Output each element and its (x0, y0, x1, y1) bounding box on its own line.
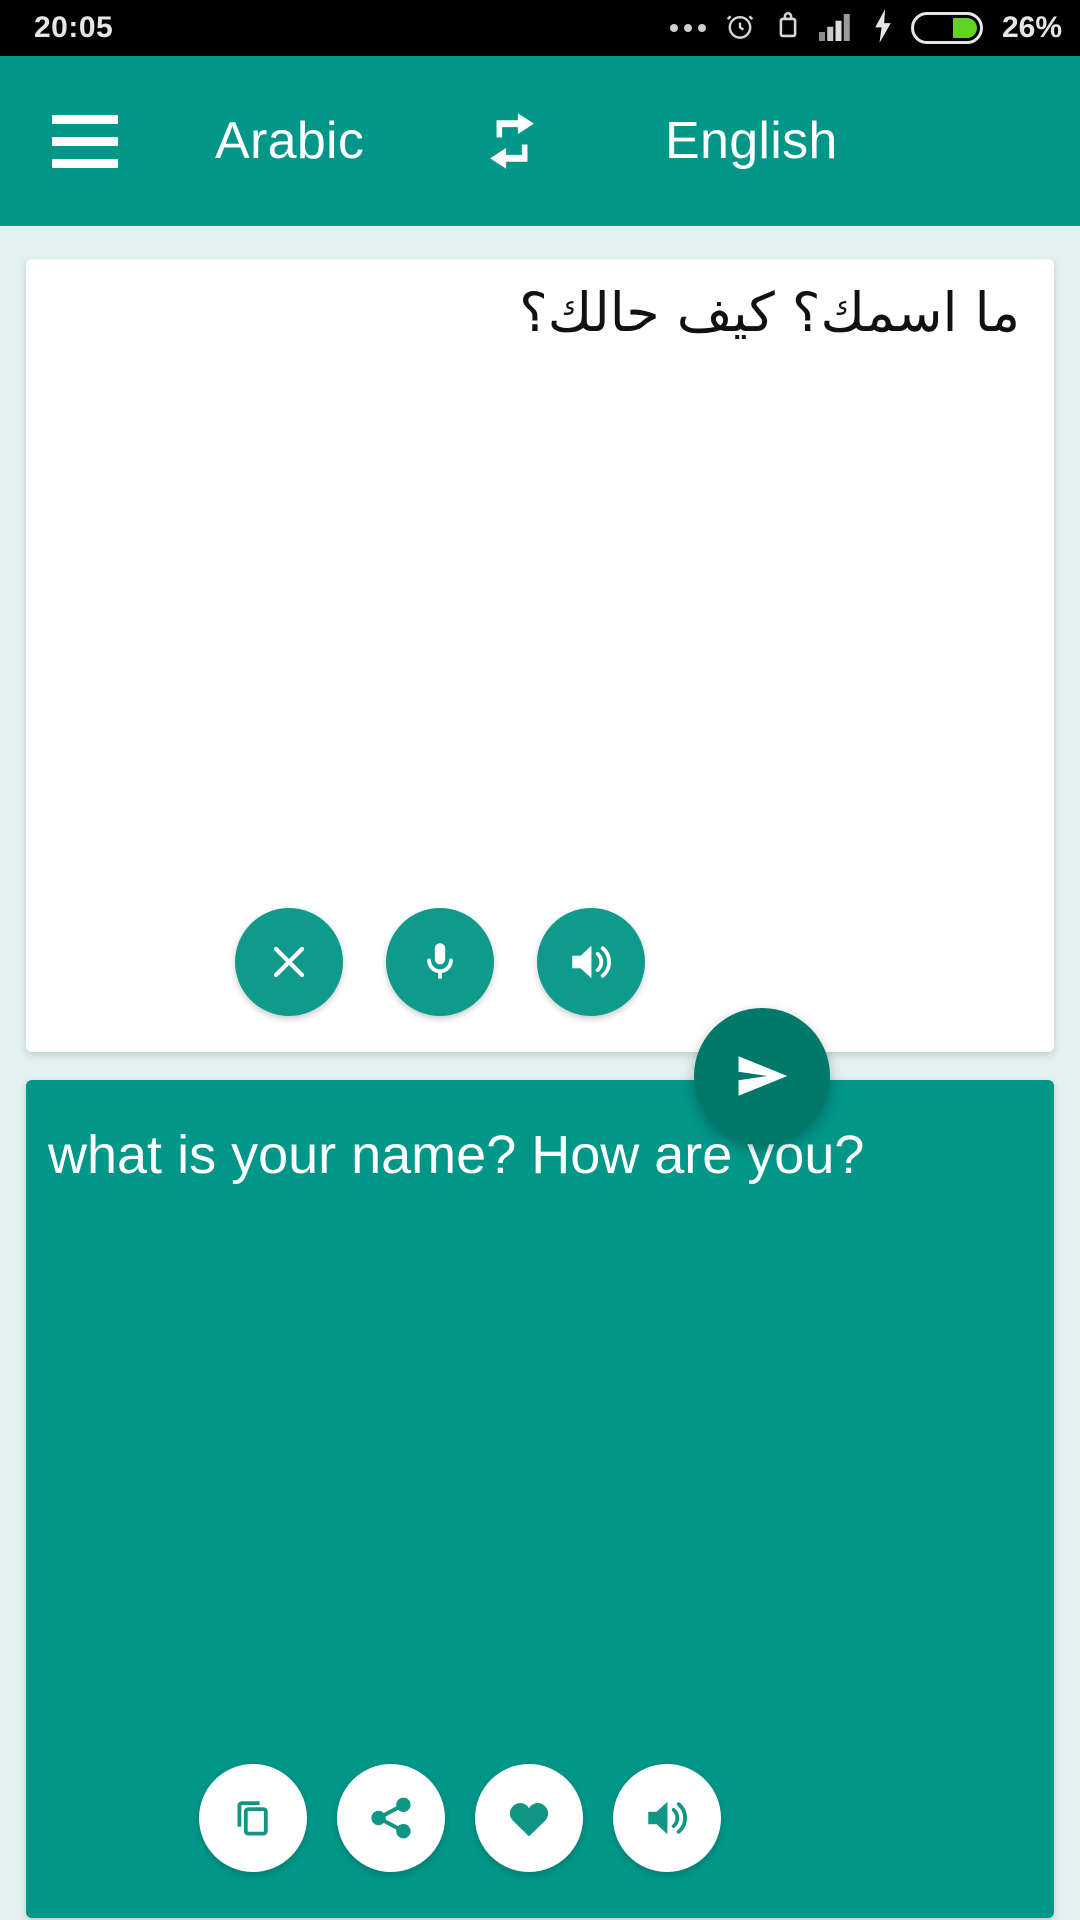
target-language-selector[interactable]: English (665, 111, 838, 171)
app-bar: Arabic English (0, 56, 1080, 226)
battery-icon (910, 12, 983, 44)
share-button[interactable] (337, 1764, 445, 1872)
source-text-input[interactable]: ما اسمك؟ كيف حالك؟ (60, 277, 1020, 350)
swap-languages-icon[interactable] (480, 109, 544, 173)
vibrate-icon (774, 9, 802, 48)
more-dots-icon (669, 24, 706, 32)
status-icons: 26% (669, 8, 1062, 48)
battery-percent: 26% (1001, 11, 1062, 44)
translated-text: what is your name? How are you? (48, 1125, 865, 1185)
status-time: 20:05 (34, 11, 114, 44)
translation-result-card: what is your name? How are you? (26, 1080, 1054, 1918)
charging-bolt-icon (872, 8, 894, 48)
source-language-selector[interactable]: Arabic (215, 111, 364, 171)
status-bar: 20:05 26% (0, 0, 1080, 56)
speak-source-button[interactable] (537, 908, 645, 1016)
app-root: 20:05 26% Arabic English ما اسمك؟ كيف حا… (0, 0, 1080, 1920)
copy-button[interactable] (199, 1764, 307, 1872)
alarm-icon (723, 9, 757, 48)
hamburger-menu-icon[interactable] (52, 114, 118, 168)
source-actions (26, 908, 1054, 1016)
clear-button[interactable] (235, 908, 343, 1016)
send-button[interactable] (694, 1008, 830, 1144)
target-actions (26, 1764, 1054, 1872)
speak-target-button[interactable] (613, 1764, 721, 1872)
source-text-card: ما اسمك؟ كيف حالك؟ (26, 259, 1054, 1052)
signal-icon (818, 11, 855, 46)
favorite-button[interactable] (475, 1764, 583, 1872)
voice-input-button[interactable] (386, 908, 494, 1016)
